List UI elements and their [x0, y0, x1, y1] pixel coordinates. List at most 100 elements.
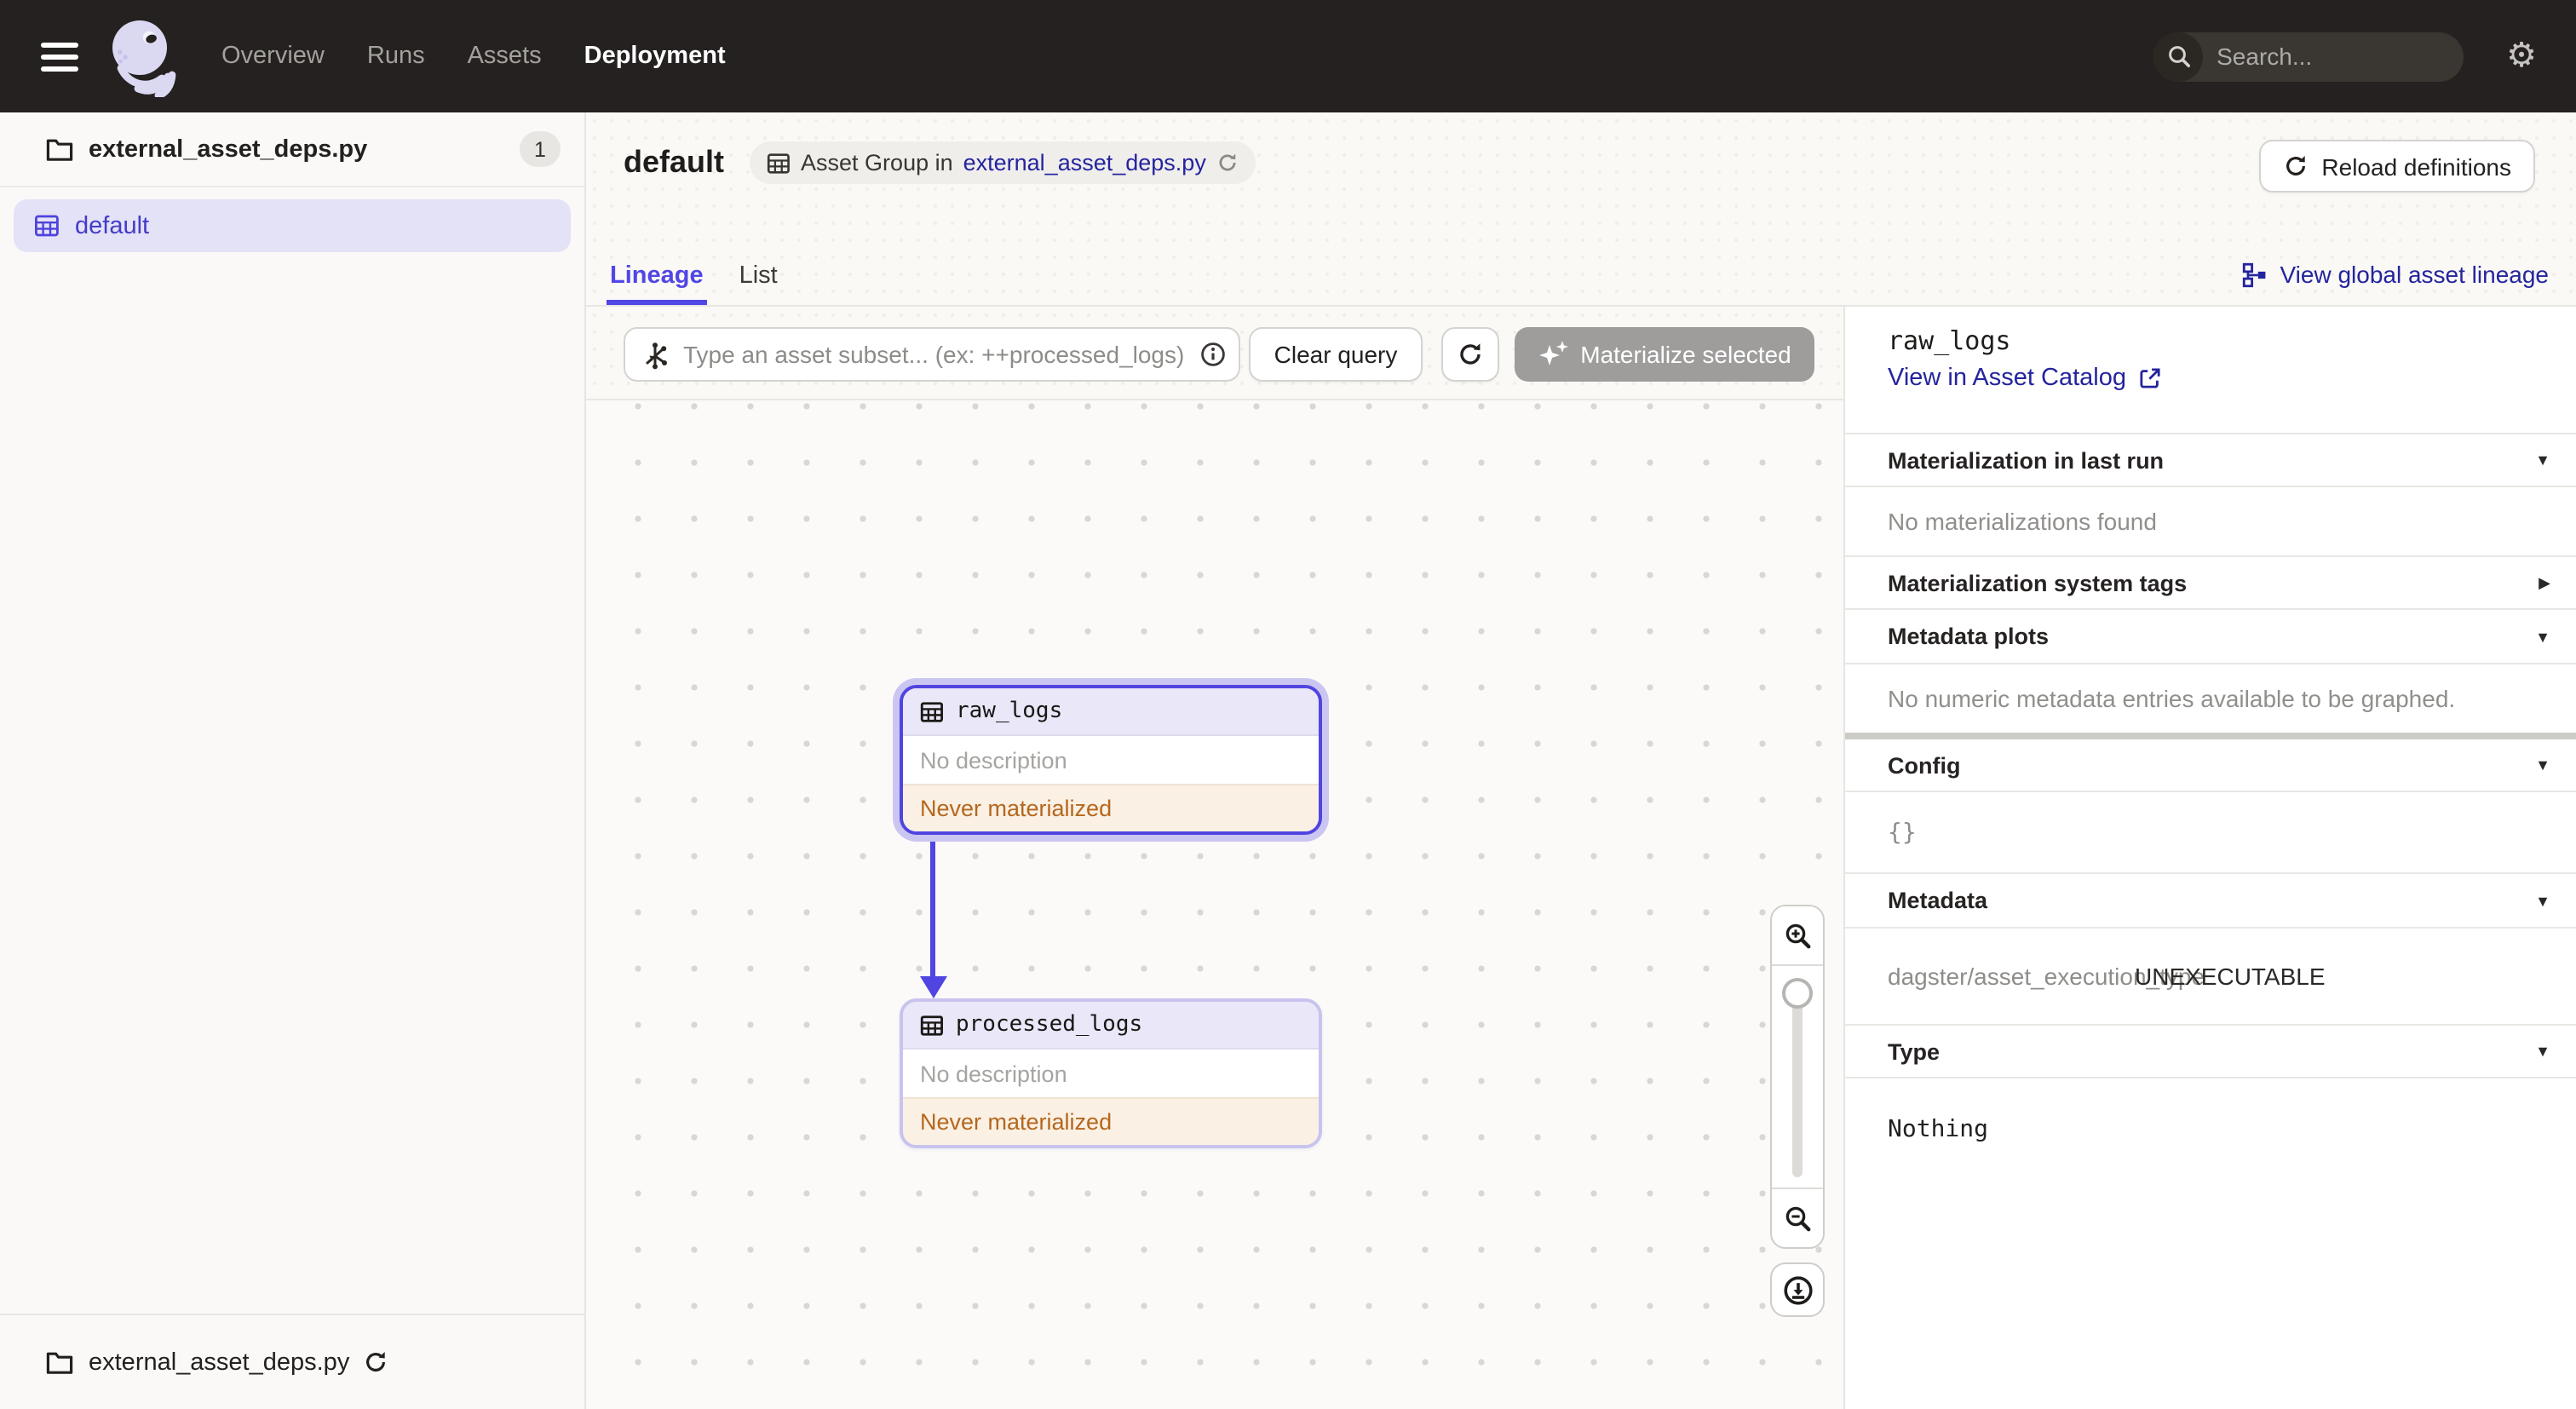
sparkle-icon: [1538, 341, 1568, 365]
global-lineage-label: View global asset lineage: [2280, 261, 2550, 288]
chevron-down-icon[interactable]: ▼: [2535, 1043, 2550, 1060]
tab-lineage[interactable]: Lineage: [607, 262, 707, 305]
search-icon: [2153, 32, 2204, 81]
section-label: Materialization in last run: [1888, 447, 2165, 473]
section-label: Metadata plots: [1888, 624, 2050, 649]
nav-deployment[interactable]: Deployment: [584, 43, 726, 70]
nav-runs[interactable]: Runs: [367, 43, 425, 70]
refresh-graph-button[interactable]: [1441, 327, 1499, 382]
asset-node-header: raw_logs: [903, 688, 1319, 736]
topbar-right: / ⚙: [2153, 32, 2537, 81]
config-value-row: {}: [1845, 792, 2576, 874]
zoom-slider-track[interactable]: [1792, 980, 1803, 1177]
section-type[interactable]: Type ▼: [1845, 1026, 2576, 1078]
download-icon: [1783, 1275, 1812, 1304]
asset-table-icon: [920, 1015, 943, 1035]
metadata-row: dagster/asset_execution_type UNEXECUTABL…: [1845, 929, 2576, 1026]
content-area: Clear query Materialize selected: [586, 307, 2576, 1409]
asset-table-icon: [920, 701, 943, 722]
reload-location-icon[interactable]: [363, 1349, 388, 1375]
view-tabs: Lineage List: [607, 262, 781, 305]
clear-query-button[interactable]: Clear query: [1249, 327, 1423, 382]
view-in-asset-catalog-link[interactable]: View in Asset Catalog: [1888, 365, 2162, 392]
asset-description: No description: [903, 1050, 1319, 1097]
panel-splitter-handle[interactable]: [1845, 733, 2576, 739]
folder-icon: [46, 1351, 73, 1373]
section-label: Materialization system tags: [1888, 570, 2188, 595]
reload-icon[interactable]: [1216, 152, 1239, 174]
metadata-key: dagster/asset_execution_type: [1888, 963, 2205, 990]
refresh-icon: [1460, 343, 1481, 365]
breadcrumb-code-location-link[interactable]: external_asset_deps.py: [963, 150, 1206, 175]
type-value-row: Nothing: [1845, 1078, 2576, 1181]
graph-toolbar: Clear query Materialize selected: [586, 307, 1843, 400]
settings-gear-icon[interactable]: ⚙: [2506, 39, 2537, 73]
config-value: {}: [1888, 819, 1917, 846]
asset-subset-input[interactable]: [624, 327, 1240, 382]
chevron-down-icon[interactable]: ▼: [2535, 756, 2550, 774]
lineage-graph-icon: [2243, 262, 2266, 287]
asset-group-count-badge: 1: [520, 131, 561, 167]
nav-overview[interactable]: Overview: [221, 43, 325, 70]
view-global-asset-lineage-link[interactable]: View global asset lineage: [2243, 261, 2550, 288]
chevron-right-icon[interactable]: ▶: [2539, 573, 2550, 592]
asset-status-badge: Never materialized: [903, 1097, 1319, 1145]
lineage-graph-canvas[interactable]: raw_logs No description Never materializ…: [586, 400, 1843, 1409]
section-label: Metadata: [1888, 888, 1988, 913]
sidebar-item-default-group[interactable]: default: [14, 199, 571, 252]
zoom-out-icon: [1785, 1205, 1810, 1231]
menu-icon[interactable]: [41, 42, 78, 71]
top-navigation-bar: Overview Runs Assets Deployment / ⚙: [0, 0, 2576, 112]
reload-definitions-button[interactable]: Reload definitions: [2258, 140, 2535, 193]
chevron-down-icon[interactable]: ▼: [2535, 628, 2550, 645]
code-location-name: external_asset_deps.py: [89, 135, 368, 163]
chevron-down-icon[interactable]: ▼: [2535, 892, 2550, 909]
nav-assets[interactable]: Assets: [468, 43, 542, 70]
section-config[interactable]: Config ▼: [1845, 739, 2576, 792]
tab-list[interactable]: List: [736, 262, 781, 305]
section-metadata[interactable]: Metadata ▼: [1845, 874, 2576, 929]
dagster-logo-icon[interactable]: [106, 15, 181, 97]
asset-description: No description: [903, 736, 1319, 784]
zoom-slider-knob[interactable]: [1782, 978, 1813, 1009]
asset-name: raw_logs: [956, 699, 1063, 724]
panel-sections: Materialization in last run ▼ No materia…: [1845, 433, 2576, 1181]
lineage-edge: [930, 838, 935, 978]
reload-definitions-label: Reload definitions: [2321, 152, 2511, 180]
section-label: Config: [1888, 752, 1961, 778]
sidebar-item-label: default: [75, 212, 150, 239]
asset-node-processed-logs[interactable]: processed_logs No description Never mate…: [900, 998, 1322, 1148]
dagster-app: Overview Runs Assets Deployment / ⚙ exte…: [0, 0, 2576, 1409]
footer-code-location-name: external_asset_deps.py: [89, 1349, 350, 1376]
sidebar-code-location[interactable]: external_asset_deps.py 1: [0, 112, 584, 187]
panel-asset-name: raw_logs: [1888, 325, 2011, 356]
lineage-edge-arrowhead: [919, 976, 946, 998]
zoom-controls: [1770, 905, 1825, 1317]
page-title: default: [624, 145, 725, 179]
metadata-plots-empty-state: No numeric metadata entries available to…: [1888, 685, 2456, 712]
reload-icon: [2286, 156, 2305, 175]
zoom-in-icon: [1785, 923, 1810, 948]
asset-group-icon: [35, 215, 59, 237]
asset-node-header: processed_logs: [903, 1002, 1319, 1050]
global-search[interactable]: /: [2153, 32, 2464, 81]
section-materialization-last-run[interactable]: Materialization in last run ▼: [1845, 433, 2576, 487]
download-image-button[interactable]: [1770, 1262, 1825, 1317]
search-input[interactable]: [2203, 43, 2464, 70]
asset-status-badge: Never materialized: [903, 784, 1319, 831]
main-area: default Asset Group in external_asset_de…: [586, 112, 2576, 1409]
chevron-down-icon[interactable]: ▼: [2535, 451, 2550, 469]
external-link-icon: [2140, 368, 2160, 388]
breadcrumb-prefix: Asset Group in: [801, 150, 953, 175]
zoom-slider[interactable]: [1772, 966, 1823, 1188]
breadcrumb: Asset Group in external_asset_deps.py: [750, 141, 1256, 184]
zoom-in-button[interactable]: [1772, 906, 1823, 966]
section-materialization-system-tags[interactable]: Materialization system tags ▶: [1845, 557, 2576, 610]
section-metadata-plots[interactable]: Metadata plots ▼: [1845, 610, 2576, 664]
metadata-value: UNEXECUTABLE: [2135, 963, 2326, 990]
info-icon[interactable]: [1199, 341, 1227, 368]
materialize-selected-button[interactable]: Materialize selected: [1515, 327, 1814, 382]
sidebar-footer-code-location: external_asset_deps.py: [0, 1314, 584, 1409]
zoom-out-button[interactable]: [1772, 1188, 1823, 1247]
asset-node-raw-logs[interactable]: raw_logs No description Never materializ…: [900, 685, 1322, 835]
